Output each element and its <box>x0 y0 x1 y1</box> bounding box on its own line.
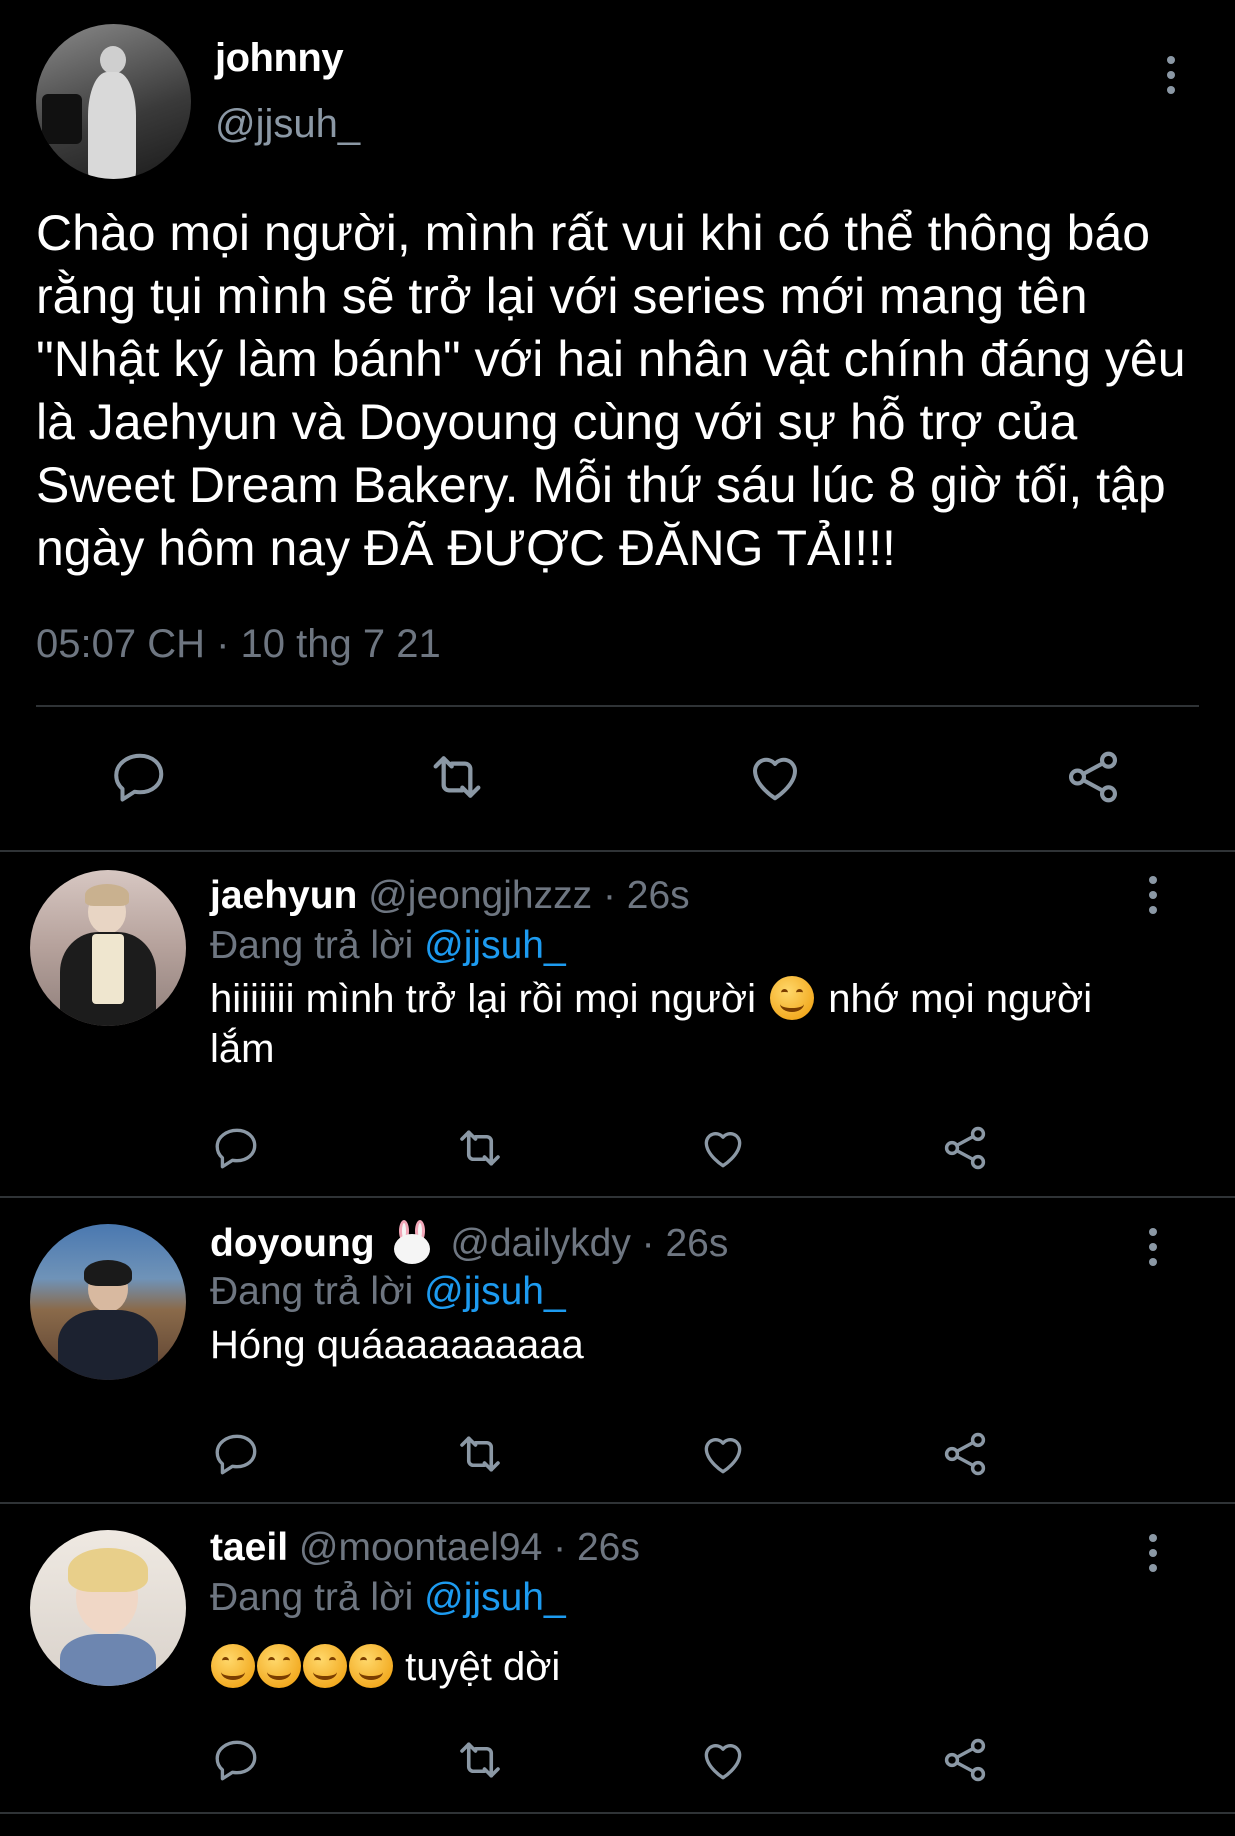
author-name[interactable]: johnny <box>215 36 344 81</box>
like-icon <box>753 757 797 801</box>
tweet-text: Chào mọi người, mình rất vui khi có thể … <box>36 205 1186 576</box>
reply-time: · 26s <box>602 874 690 917</box>
avatar[interactable] <box>30 870 186 1026</box>
author-handle[interactable]: @dailykdy <box>450 1222 631 1265</box>
share-icon <box>944 1738 986 1782</box>
share-icon <box>1068 751 1118 803</box>
reply-icon <box>114 753 164 802</box>
like-button[interactable] <box>740 742 810 812</box>
reply-button[interactable] <box>202 1419 272 1489</box>
retweet-button[interactable] <box>422 742 492 812</box>
author-handle[interactable]: @jeongjhzzz <box>368 874 592 917</box>
more-vertical-icon[interactable] <box>1133 1222 1173 1272</box>
like-button[interactable] <box>688 1725 758 1795</box>
tweet-timestamp[interactable]: 05:07 CH · 10 thg 7 21 <box>36 622 441 667</box>
mention-link[interactable]: @jjsuh_ <box>424 1576 566 1619</box>
smile-emoji <box>257 1644 301 1688</box>
divider <box>36 705 1199 707</box>
mention-link[interactable]: @jjsuh_ <box>424 924 566 967</box>
reply-button[interactable] <box>105 742 175 812</box>
reply-header: jaehyun @jeongjhzzz · 26s <box>210 874 690 918</box>
retweet-icon <box>460 1436 500 1472</box>
like-icon <box>704 1438 742 1474</box>
smile-emoji <box>211 1644 255 1688</box>
reply-icon <box>215 1740 257 1781</box>
reply-time: · 26s <box>641 1222 729 1265</box>
main-tweet: johnny @jjsuh_ Chào mọi người, mình rất … <box>0 0 1235 850</box>
reply-tweet[interactable]: jaehyun @jeongjhzzz · 26s Đang trả lời @… <box>0 850 1235 1196</box>
smile-emoji <box>303 1644 347 1688</box>
author-name[interactable]: doyoung <box>210 1222 375 1265</box>
share-icon <box>944 1126 986 1170</box>
reply-icon <box>215 1434 257 1475</box>
reply-button[interactable] <box>202 1725 272 1795</box>
author-name[interactable]: jaehyun <box>210 874 357 917</box>
share-button[interactable] <box>930 1725 1000 1795</box>
more-vertical-icon[interactable] <box>1133 870 1173 920</box>
more-vertical-icon[interactable] <box>1133 1528 1173 1578</box>
share-button[interactable] <box>930 1113 1000 1183</box>
bunny-emoji <box>391 1220 433 1264</box>
share-icon <box>944 1432 986 1476</box>
reply-tweet[interactable]: taeil @moontael94 · 26s Đang trả lời @jj… <box>0 1502 1235 1812</box>
replying-to: Đang trả lời @jjsuh_ <box>210 1576 566 1619</box>
retweet-button[interactable] <box>445 1419 515 1489</box>
replying-to: Đang trả lời @jjsuh_ <box>210 1270 566 1313</box>
reply-header: taeil @moontael94 · 26s <box>210 1526 640 1570</box>
divider <box>0 1812 1235 1814</box>
retweet-button[interactable] <box>445 1113 515 1183</box>
retweet-button[interactable] <box>445 1725 515 1795</box>
share-button[interactable] <box>930 1419 1000 1489</box>
like-button[interactable] <box>688 1113 758 1183</box>
retweet-icon <box>460 1742 500 1778</box>
avatar[interactable] <box>30 1224 186 1380</box>
smile-emoji <box>770 976 815 1020</box>
author-name[interactable]: taeil <box>210 1526 288 1569</box>
reply-time: · 26s <box>553 1526 640 1569</box>
like-icon <box>704 1132 742 1168</box>
avatar[interactable] <box>36 24 191 179</box>
more-vertical-icon[interactable] <box>1151 50 1191 100</box>
mention-link[interactable]: @jjsuh_ <box>424 1270 566 1313</box>
smile-emoji <box>349 1644 393 1688</box>
replying-to: Đang trả lời @jjsuh_ <box>210 924 566 967</box>
retweet-icon <box>460 1130 500 1166</box>
avatar[interactable] <box>30 1530 186 1686</box>
like-icon <box>704 1744 742 1780</box>
reply-icon <box>215 1128 257 1169</box>
reply-button[interactable] <box>202 1113 272 1183</box>
author-handle[interactable]: @moontael94 <box>299 1526 542 1569</box>
reply-tweet[interactable]: doyoung @dailykdy · 26s Đang trả lời @jj… <box>0 1196 1235 1502</box>
reply-text: hiiiiiii mình trở lại rồi mọi người nhớ … <box>210 976 1093 1071</box>
reply-text: tuyệt dời <box>210 1642 1150 1692</box>
share-button[interactable] <box>1058 742 1128 812</box>
author-handle[interactable]: @jjsuh_ <box>215 102 360 147</box>
reply-text: Hóng quáaaaaaaaaa <box>210 1323 584 1367</box>
retweet-icon <box>433 756 481 798</box>
like-button[interactable] <box>688 1419 758 1489</box>
reply-header: doyoung @dailykdy · 26s <box>210 1220 728 1266</box>
